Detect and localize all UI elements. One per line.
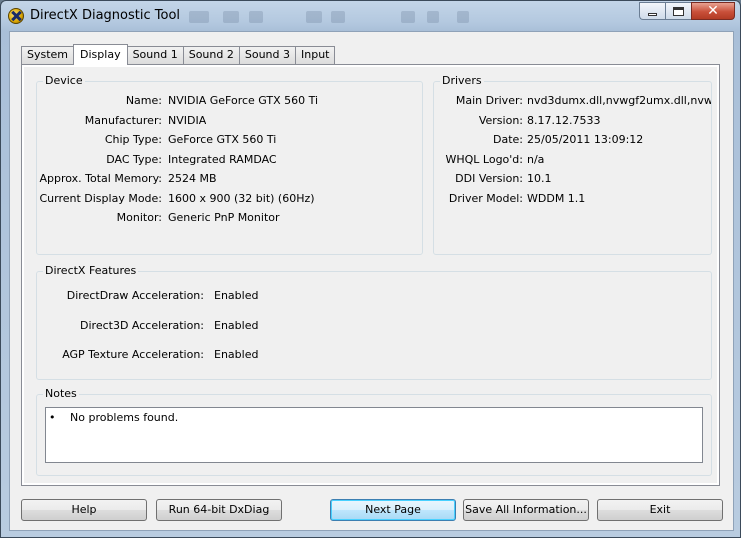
- drivers-group: Drivers Main Driver: nvd3dumx.dll,nvwgf2…: [433, 74, 713, 255]
- device-row-memory: Approx. Total Memory: 2524 MB: [37, 172, 424, 186]
- maximize-button[interactable]: [665, 2, 691, 20]
- directdraw-label: DirectDraw Acceleration:: [66, 289, 204, 302]
- title-bar[interactable]: DirectX Diagnostic Tool ✕: [1, 1, 740, 31]
- tab-display[interactable]: Display: [73, 44, 128, 65]
- directx-features-group: DirectX Features DirectDraw Acceleration…: [36, 264, 713, 380]
- device-memory-label: Approx. Total Memory:: [39, 172, 163, 185]
- close-icon: ✕: [707, 3, 719, 19]
- device-row-display-mode: Current Display Mode: 1600 x 900 (32 bit…: [37, 192, 424, 206]
- device-monitor-value: Generic PnP Monitor: [168, 211, 280, 224]
- driver-model-label: Driver Model:: [448, 192, 523, 205]
- device-chip-type-value: GeForce GTX 560 Ti: [168, 133, 277, 146]
- driver-row-whql: WHQL Logo'd: n/a: [434, 153, 713, 167]
- save-all-information-button[interactable]: Save All Information...: [463, 499, 589, 521]
- dxdiag-window: DirectX Diagnostic Tool ✕ System Display…: [0, 0, 741, 538]
- driver-row-ddi: DDI Version: 10.1: [434, 172, 713, 186]
- background-ghost-icon: [427, 11, 439, 23]
- background-ghost-icon: [306, 11, 322, 23]
- tab-system[interactable]: System: [21, 46, 75, 64]
- minimize-button[interactable]: [639, 2, 665, 20]
- device-row-dac-type: DAC Type: Integrated RAMDAC: [37, 153, 424, 167]
- notes-bullet: •: [49, 411, 56, 424]
- driver-main-value: nvd3dumx.dll,nvwgf2umx.dll,nvwgf2: [527, 94, 711, 107]
- tab-sound-2[interactable]: Sound 2: [182, 46, 240, 64]
- background-ghost-icon: [223, 11, 239, 23]
- background-ghost-icon: [249, 11, 263, 23]
- caption-buttons: ✕: [639, 2, 735, 21]
- features-group-title: DirectX Features: [43, 264, 139, 278]
- panel-background: Device Name: NVIDIA GeForce GTX 560 Ti M…: [24, 67, 717, 483]
- driver-row-date: Date: 25/05/2011 13:09:12: [434, 133, 713, 147]
- device-memory-value: 2524 MB: [168, 172, 217, 185]
- background-ghost-icon: [457, 11, 469, 23]
- background-ghost-icon: [331, 11, 345, 23]
- close-button[interactable]: ✕: [691, 2, 735, 20]
- device-row-monitor: Monitor: Generic PnP Monitor: [37, 211, 424, 225]
- device-group: Device Name: NVIDIA GeForce GTX 560 Ti M…: [36, 74, 424, 255]
- tab-input[interactable]: Input: [295, 46, 336, 64]
- tab-strip: System Display Sound 1 Sound 2 Sound 3 I…: [21, 44, 336, 65]
- agp-value: Enabled: [214, 348, 259, 361]
- driver-row-version: Version: 8.17.12.7533: [434, 114, 713, 128]
- direct3d-label: Direct3D Acceleration:: [80, 319, 204, 332]
- directdraw-value: Enabled: [214, 289, 259, 302]
- notes-textbox[interactable]: • No problems found.: [45, 407, 703, 463]
- feature-row-directdraw: DirectDraw Acceleration: Enabled: [37, 289, 713, 303]
- notes-group: Notes • No problems found.: [36, 387, 712, 476]
- next-page-button[interactable]: Next Page: [330, 499, 456, 521]
- device-dac-type-label: DAC Type:: [106, 153, 162, 166]
- device-chip-type-label: Chip Type:: [104, 133, 162, 146]
- maximize-icon: [673, 7, 684, 16]
- drivers-group-title: Drivers: [440, 74, 484, 88]
- device-monitor-label: Monitor:: [116, 211, 162, 224]
- device-manufacturer-value: NVIDIA: [168, 114, 207, 127]
- client-area: System Display Sound 1 Sound 2 Sound 3 I…: [9, 31, 734, 531]
- direct3d-value: Enabled: [214, 319, 259, 332]
- minimize-icon: [648, 13, 657, 16]
- driver-version-label: Version:: [478, 114, 523, 127]
- device-manufacturer-label: Manufacturer:: [84, 114, 162, 127]
- display-tab-panel: Device Name: NVIDIA GeForce GTX 560 Ti M…: [21, 64, 720, 486]
- driver-ddi-value: 10.1: [527, 172, 552, 185]
- device-row-name: Name: NVIDIA GeForce GTX 560 Ti: [37, 94, 424, 108]
- tab-sound-1[interactable]: Sound 1: [126, 46, 184, 64]
- window-title: DirectX Diagnostic Tool: [30, 8, 181, 23]
- background-ghost-icon: [401, 11, 415, 23]
- device-dac-type-value: Integrated RAMDAC: [168, 153, 277, 166]
- driver-ddi-label: DDI Version:: [455, 172, 523, 185]
- driver-date-value: 25/05/2011 13:09:12: [527, 133, 644, 146]
- driver-main-label: Main Driver:: [455, 94, 523, 107]
- driver-model-value: WDDM 1.1: [527, 192, 586, 205]
- device-display-mode-label: Current Display Mode:: [39, 192, 162, 205]
- background-ghost-icon: [189, 11, 209, 23]
- driver-row-main: Main Driver: nvd3dumx.dll,nvwgf2umx.dll,…: [434, 94, 713, 108]
- exit-button[interactable]: Exit: [597, 499, 723, 521]
- device-name-label: Name:: [125, 94, 162, 107]
- feature-row-direct3d: Direct3D Acceleration: Enabled: [37, 319, 713, 333]
- driver-date-label: Date:: [493, 133, 523, 146]
- help-button[interactable]: Help: [21, 499, 147, 521]
- device-row-manufacturer: Manufacturer: NVIDIA: [37, 114, 424, 128]
- driver-row-model: Driver Model: WDDM 1.1: [434, 192, 713, 206]
- driver-version-value: 8.17.12.7533: [527, 114, 601, 127]
- run-64bit-dxdiag-button[interactable]: Run 64-bit DxDiag: [156, 499, 282, 521]
- tab-sound-3[interactable]: Sound 3: [238, 46, 296, 64]
- device-group-title: Device: [43, 74, 85, 88]
- device-name-value: NVIDIA GeForce GTX 560 Ti: [168, 94, 319, 107]
- notes-text: No problems found.: [70, 411, 179, 424]
- feature-row-agp: AGP Texture Acceleration: Enabled: [37, 348, 713, 362]
- driver-whql-value: n/a: [527, 153, 545, 166]
- device-row-chip-type: Chip Type: GeForce GTX 560 Ti: [37, 133, 424, 147]
- driver-whql-label: WHQL Logo'd:: [445, 153, 523, 166]
- directx-app-icon[interactable]: [8, 8, 24, 24]
- device-display-mode-value: 1600 x 900 (32 bit) (60Hz): [168, 192, 315, 205]
- agp-label: AGP Texture Acceleration:: [62, 348, 204, 361]
- notes-group-title: Notes: [43, 387, 79, 401]
